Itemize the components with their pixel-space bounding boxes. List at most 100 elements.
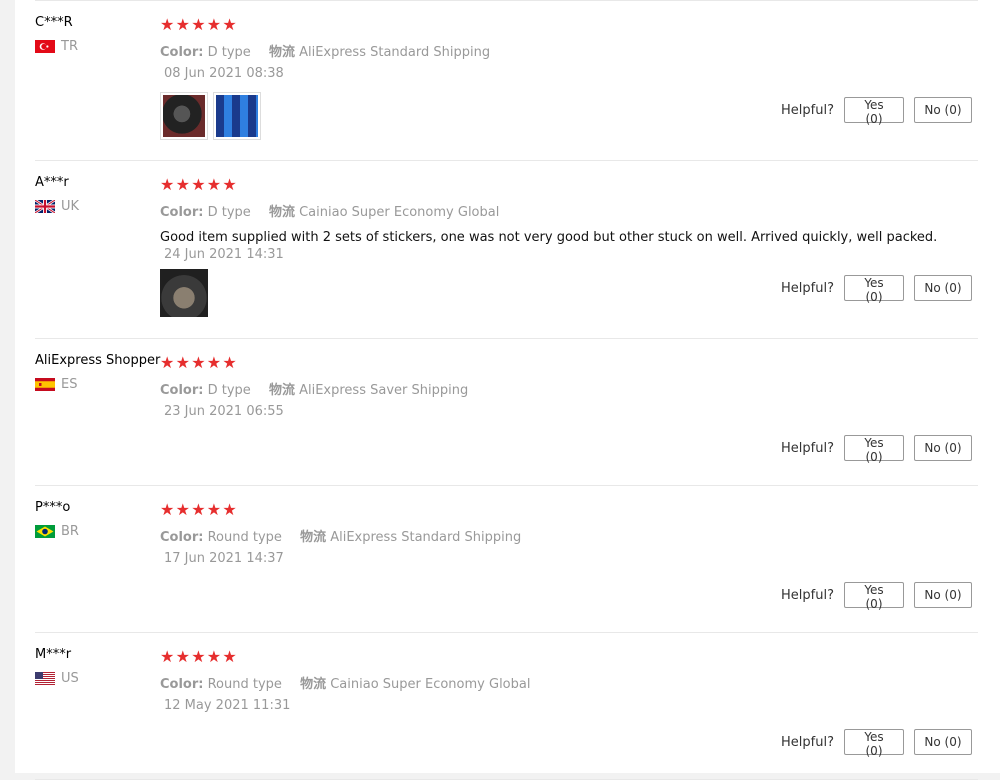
country-code: BR [61, 524, 79, 539]
helpful-label: Helpful? [781, 280, 834, 296]
review-body: ★ ★ ★ ★ ★ Color: D type 物流 Cainiao Super Eco… [160, 177, 978, 263]
reviewer-info: AliExpress Shopper ES [35, 353, 160, 392]
helpful-yes-button[interactable]: Yes (0) [844, 729, 904, 758]
reviewer-country: TR [35, 39, 160, 54]
reviews-panel: C***R TR ★ ★ ★ ★ ★ Color: D type 物流 AliE… [15, 0, 1000, 780]
helpful-yes-button[interactable]: Yes (0) [844, 275, 904, 304]
star-rating: ★ ★ ★ ★ ★ [160, 355, 978, 371]
star-icon: ★ [191, 353, 206, 372]
reviewer-name: A***r [35, 175, 69, 190]
review-body: ★ ★ ★ ★ ★ Color: Round type 物流 AliExpress St… [160, 502, 978, 567]
star-icon: ★ [222, 15, 237, 34]
star-icon: ★ [160, 15, 175, 34]
shipping-label: 物流 [268, 205, 295, 220]
star-rating: ★ ★ ★ ★ ★ [160, 502, 978, 518]
reviewer-info: C***R TR [35, 15, 160, 54]
helpful-no-button[interactable]: No (0) [914, 275, 972, 301]
star-icon: ★ [222, 353, 237, 372]
color-label: Color: [160, 383, 204, 398]
helpful-no-button[interactable]: No (0) [914, 582, 972, 608]
shipping-value: Cainiao Super Economy Global [330, 677, 531, 692]
helpful-yes-button[interactable]: Yes (0) [844, 435, 904, 464]
star-rating: ★ ★ ★ ★ ★ [160, 17, 978, 33]
star-icon: ★ [222, 175, 237, 194]
color-value: Round type [207, 677, 282, 692]
review-meta: Color: D type 物流 Cainiao Super Economy G… [160, 201, 978, 220]
review-meta: Color: Round type 物流 AliExpress Standard… [160, 526, 978, 545]
star-icon: ★ [175, 175, 190, 194]
reviewer-country: US [35, 671, 160, 686]
review-meta: Color: Round type 物流 Cainiao Super Econo… [160, 673, 978, 692]
country-code: TR [61, 39, 78, 54]
star-icon: ★ [206, 353, 222, 372]
review-photos [160, 269, 208, 317]
star-icon: ★ [206, 647, 222, 666]
review-date: 24 Jun 2021 14:31 [164, 247, 284, 262]
shipping-label: 物流 [300, 677, 327, 692]
helpful-votes: Helpful? Yes (0) No (0) [781, 582, 972, 611]
review-photo-thumbnail[interactable] [160, 92, 208, 140]
shipping-label: 物流 [268, 45, 295, 60]
review-meta: Color: D type 物流 AliExpress Standard Shi… [160, 41, 978, 60]
color-value: D type [207, 45, 251, 60]
review-body: ★ ★ ★ ★ ★ Color: D type 物流 AliExpress Saver … [160, 355, 978, 420]
star-rating: ★ ★ ★ ★ ★ [160, 177, 978, 193]
review-item: M***r US ★ ★ ★ ★ ★ Color: Round type 物流 … [35, 633, 978, 780]
color-label: Color: [160, 205, 204, 220]
color-label: Color: [160, 530, 204, 545]
review-text: Good item supplied with 2 sets of sticke… [160, 230, 938, 245]
reviewer-name: P***o [35, 500, 71, 515]
review-photo-thumbnail[interactable] [213, 92, 261, 140]
star-icon: ★ [191, 15, 206, 34]
review-list: C***R TR ★ ★ ★ ★ ★ Color: D type 物流 AliE… [35, 0, 978, 780]
star-icon: ★ [206, 175, 222, 194]
star-icon: ★ [191, 500, 206, 519]
reviewer-info: A***r UK [35, 175, 160, 214]
helpful-votes: Helpful? Yes (0) No (0) [781, 97, 972, 126]
star-icon: ★ [175, 500, 190, 519]
helpful-label: Helpful? [781, 440, 834, 456]
shipping-value: AliExpress Standard Shipping [299, 45, 491, 60]
review-item: AliExpress Shopper ES ★ ★ ★ ★ ★ Color: D typ [35, 339, 978, 486]
review-date: 08 Jun 2021 08:38 [164, 66, 284, 81]
helpful-votes: Helpful? Yes (0) No (0) [781, 729, 972, 758]
us-flag-icon [35, 672, 55, 685]
star-icon: ★ [160, 647, 175, 666]
uk-flag-icon [35, 200, 55, 213]
brazil-flag-icon [35, 525, 55, 538]
star-icon: ★ [160, 500, 175, 519]
helpful-no-button[interactable]: No (0) [914, 435, 972, 461]
reviewer-country: UK [35, 199, 160, 214]
star-icon: ★ [160, 353, 175, 372]
reviewer-name: AliExpress Shopper [35, 353, 161, 368]
country-code: US [61, 671, 79, 686]
star-icon: ★ [206, 500, 222, 519]
helpful-yes-button[interactable]: Yes (0) [844, 97, 904, 126]
review-body: ★ ★ ★ ★ ★ Color: D type 物流 AliExpress Standa… [160, 17, 978, 82]
star-icon: ★ [175, 15, 190, 34]
reviewer-info: M***r US [35, 647, 160, 686]
star-icon: ★ [222, 500, 237, 519]
helpful-no-button[interactable]: No (0) [914, 729, 972, 755]
color-label: Color: [160, 45, 204, 60]
star-icon: ★ [175, 647, 190, 666]
review-body: ★ ★ ★ ★ ★ Color: Round type 物流 Cainiao Super… [160, 649, 978, 714]
helpful-yes-button[interactable]: Yes (0) [844, 582, 904, 611]
star-icon: ★ [222, 647, 237, 666]
country-code: UK [61, 199, 80, 214]
shipping-label: 物流 [300, 530, 327, 545]
reviewer-name: C***R [35, 15, 73, 30]
review-date: 12 May 2021 11:31 [164, 698, 291, 713]
review-item: P***o BR ★ ★ ★ ★ ★ Color: Round type 物流 … [35, 486, 978, 633]
review-meta: Color: D type 物流 AliExpress Saver Shippi… [160, 379, 978, 398]
star-rating: ★ ★ ★ ★ ★ [160, 649, 978, 665]
star-icon: ★ [191, 647, 206, 666]
helpful-no-button[interactable]: No (0) [914, 97, 972, 123]
color-value: D type [207, 383, 251, 398]
review-item: A***r UK ★ ★ ★ ★ ★ Color: D type 物流 Cain… [35, 161, 978, 339]
shipping-value: AliExpress Saver Shipping [299, 383, 469, 398]
review-photo-thumbnail[interactable] [160, 269, 208, 317]
review-item: C***R TR ★ ★ ★ ★ ★ Color: D type 物流 AliE… [35, 1, 978, 161]
star-icon: ★ [191, 175, 206, 194]
helpful-votes: Helpful? Yes (0) No (0) [781, 435, 972, 464]
